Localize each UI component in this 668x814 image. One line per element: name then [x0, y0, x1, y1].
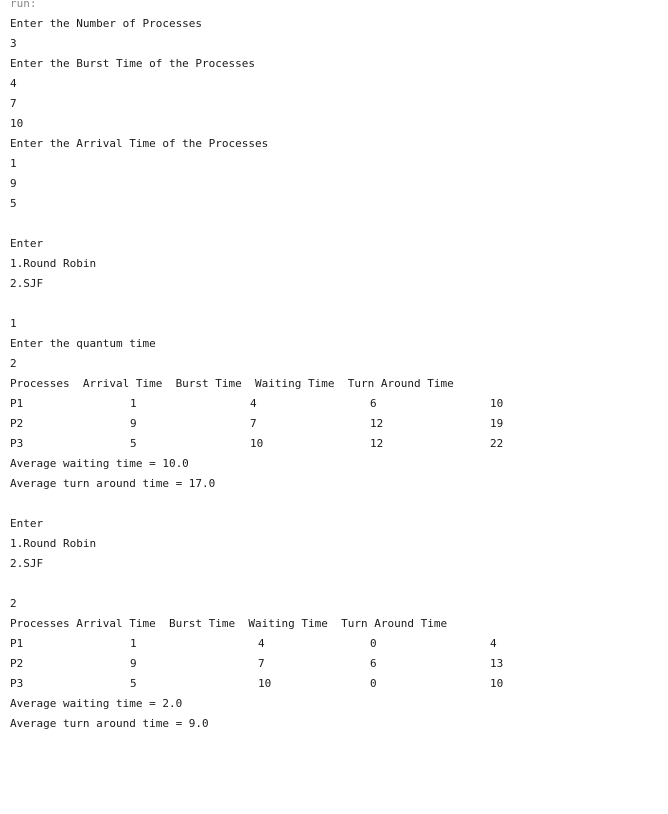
waiting-time: 12	[370, 417, 384, 430]
input-value: 2	[10, 357, 17, 370]
input-value: 9	[10, 177, 17, 190]
process-id: P1	[10, 397, 24, 410]
burst-time: 4	[258, 637, 265, 650]
prompt-quantum-time: Enter the quantum time	[10, 337, 156, 350]
arrival-time: 5	[130, 437, 137, 450]
input-value: 4	[10, 77, 17, 90]
table-row: P2 9 7 12 19	[10, 414, 660, 434]
table-row: P1 1 4 6 10	[10, 394, 660, 414]
menu-option-sjf: 2.SJF	[10, 557, 44, 570]
waiting-time: 12	[370, 437, 384, 450]
menu-option-sjf: 2.SJF	[10, 277, 44, 290]
table-row: P2 9 7 6 13	[10, 654, 660, 674]
waiting-time: 0	[370, 677, 377, 690]
menu-prompt: Enter	[10, 517, 44, 530]
waiting-time: 6	[370, 657, 377, 670]
turn-around-time: 19	[490, 417, 504, 430]
process-id: P3	[10, 437, 24, 450]
burst-time: 10	[258, 677, 272, 690]
output-console: run: Enter the Number of Processes 3 Ent…	[10, 0, 660, 734]
input-value: 10	[10, 117, 24, 130]
average-turn-around-time: Average turn around time = 9.0	[10, 717, 209, 730]
average-waiting-time: Average waiting time = 2.0	[10, 697, 183, 710]
burst-time: 10	[250, 437, 264, 450]
table-row: P3 5 10 0 10	[10, 674, 660, 694]
prompt-arrival-time: Enter the Arrival Time of the Processes	[10, 137, 269, 150]
process-id: P3	[10, 677, 24, 690]
input-value: 3	[10, 37, 17, 50]
arrival-time: 9	[130, 417, 137, 430]
waiting-time: 6	[370, 397, 377, 410]
menu-choice: 1	[10, 317, 17, 330]
turn-around-time: 22	[490, 437, 504, 450]
table-header-sjf: Processes Arrival Time Burst Time Waitin…	[10, 617, 448, 630]
arrival-time: 1	[130, 637, 137, 650]
turn-around-time: 10	[490, 397, 504, 410]
waiting-time: 0	[370, 637, 377, 650]
turn-around-time: 4	[490, 637, 497, 650]
turn-around-time: 13	[490, 657, 504, 670]
menu-option-round-robin: 1.Round Robin	[10, 537, 97, 550]
arrival-time: 9	[130, 657, 137, 670]
arrival-time: 5	[130, 677, 137, 690]
prompt-number-of-processes: Enter the Number of Processes	[10, 17, 203, 30]
process-id: P2	[10, 657, 24, 670]
input-value: 5	[10, 197, 17, 210]
input-value: 1	[10, 157, 17, 170]
average-waiting-time: Average waiting time = 10.0	[10, 457, 189, 470]
menu-choice: 2	[10, 597, 17, 610]
table-header-rr: Processes Arrival Time Burst Time Waitin…	[10, 377, 454, 390]
menu-prompt: Enter	[10, 237, 44, 250]
burst-time: 7	[250, 417, 257, 430]
run-label: run:	[10, 0, 37, 10]
arrival-time: 1	[130, 397, 137, 410]
table-row: P1 1 4 0 4	[10, 634, 660, 654]
turn-around-time: 10	[490, 677, 504, 690]
burst-time: 4	[250, 397, 257, 410]
input-value: 7	[10, 97, 17, 110]
menu-option-round-robin: 1.Round Robin	[10, 257, 97, 270]
average-turn-around-time: Average turn around time = 17.0	[10, 477, 216, 490]
prompt-burst-time: Enter the Burst Time of the Processes	[10, 57, 256, 70]
process-id: P2	[10, 417, 24, 430]
process-id: P1	[10, 637, 24, 650]
burst-time: 7	[258, 657, 265, 670]
table-row: P3 5 10 12 22	[10, 434, 660, 454]
